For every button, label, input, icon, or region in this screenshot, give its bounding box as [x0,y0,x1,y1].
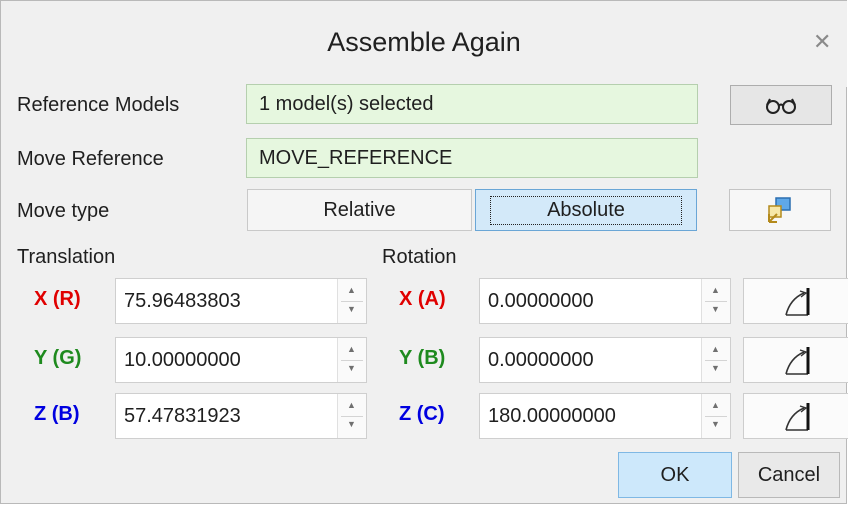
relative-label: Relative [323,198,396,221]
spin-up-icon[interactable]: ▲ [711,400,720,410]
reference-models-field[interactable]: 1 model(s) selected [246,84,698,124]
move-type-absolute-option[interactable]: Absolute [475,189,697,231]
spin-down-icon[interactable]: ▼ [711,419,720,429]
rotation-z-measure-button[interactable] [743,393,848,439]
spin-up-icon[interactable]: ▲ [347,285,356,295]
move-dragger-icon [768,197,791,223]
translation-y-value: 10.00000000 [124,349,241,371]
move-reference-field[interactable]: MOVE_REFERENCE [246,138,698,178]
rotation-y-axis-label: Y (B) [399,347,446,369]
spin-up-icon[interactable]: ▲ [711,344,720,354]
spin-down-icon[interactable]: ▼ [711,304,720,314]
spin-up-icon[interactable]: ▲ [711,285,720,295]
spin-up-icon[interactable]: ▲ [347,344,356,354]
spin-up-icon[interactable]: ▲ [347,400,356,410]
translation-x-axis-label: X (R) [34,288,81,310]
close-icon[interactable]: ✕ [813,29,831,55]
translation-z-value: 57.47831923 [124,405,241,427]
spin-down-icon[interactable]: ▼ [347,419,356,429]
rotation-y-measure-button[interactable] [743,337,848,383]
rotation-y-value: 0.00000000 [488,349,594,371]
spin-down-icon[interactable]: ▼ [711,363,720,373]
rotation-x-axis-label: X (A) [399,288,446,310]
assemble-again-dialog: Assemble Again ✕ Reference Models 1 mode… [0,0,848,504]
absolute-label: Absolute [490,195,682,225]
translation-z-axis-label: Z (B) [34,403,80,425]
translation-z-input[interactable]: 57.47831923 ▲ ▼ [115,393,367,439]
translation-label: Translation [17,246,116,268]
move-type-relative-option[interactable]: Relative [247,189,472,231]
translation-x-input[interactable]: 75.96483803 ▲ ▼ [115,278,367,324]
translation-x-spinner[interactable]: ▲ ▼ [337,279,366,323]
glasses-icon [766,98,796,114]
spin-down-icon[interactable]: ▼ [347,304,356,314]
cancel-button[interactable]: Cancel [738,452,840,498]
rotation-z-input[interactable]: 180.00000000 ▲ ▼ [479,393,731,439]
spin-down-icon[interactable]: ▼ [347,363,356,373]
rotation-x-measure-button[interactable] [743,278,848,324]
angle-measure-icon [785,347,810,375]
title-bar: Assemble Again ✕ [1,1,847,87]
translation-z-spinner[interactable]: ▲ ▼ [337,394,366,438]
rotation-z-value: 180.00000000 [488,405,616,427]
rotation-z-spinner[interactable]: ▲ ▼ [701,394,730,438]
translation-y-spinner[interactable]: ▲ ▼ [337,338,366,382]
ok-button[interactable]: OK [618,452,732,498]
move-dragger-button[interactable] [729,189,831,231]
rotation-x-input[interactable]: 0.00000000 ▲ ▼ [479,278,731,324]
reference-models-label: Reference Models [17,94,180,116]
angle-measure-icon [785,288,810,316]
rotation-z-axis-label: Z (C) [399,403,445,425]
view-references-button[interactable] [730,85,832,125]
rotation-y-spinner[interactable]: ▲ ▼ [701,338,730,382]
rotation-y-input[interactable]: 0.00000000 ▲ ▼ [479,337,731,383]
translation-y-input[interactable]: 10.00000000 ▲ ▼ [115,337,367,383]
rotation-x-spinner[interactable]: ▲ ▼ [701,279,730,323]
angle-measure-icon [785,403,810,431]
dialog-title: Assemble Again [327,27,521,57]
move-reference-label: Move Reference [17,148,164,170]
move-type-label: Move type [17,200,110,222]
rotation-x-value: 0.00000000 [488,290,594,312]
translation-y-axis-label: Y (G) [34,347,82,369]
rotation-label: Rotation [382,246,457,268]
translation-x-value: 75.96483803 [124,290,241,312]
